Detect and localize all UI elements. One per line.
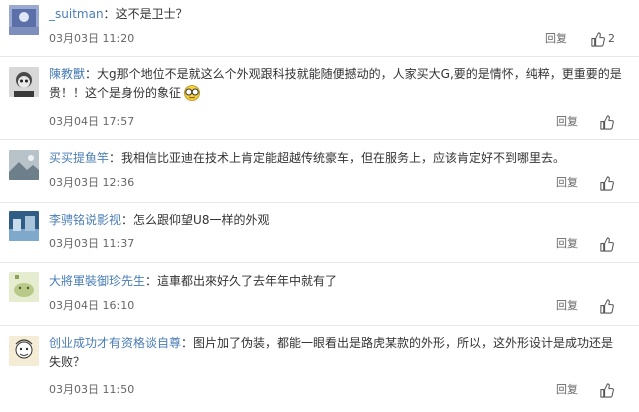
- like-button[interactable]: [599, 174, 617, 192]
- comment-body: _suitman：这不是卫士？: [49, 5, 623, 24]
- avatar[interactable]: [9, 150, 39, 180]
- comment-item: 陳教獸：大g那个地位不是就这么个外观跟科技就能随便撼动的，人家买大G,要的是情怀…: [0, 57, 639, 140]
- comment-item: 创业成功才有资格谈自尊：图片加了伪装，都能一眼看出是路虎某款的外形，所以，这外形…: [0, 326, 639, 412]
- avatar[interactable]: [9, 5, 39, 35]
- comment-timestamp: 03月04日 16:10: [49, 299, 135, 312]
- comment-body: 陳教獸：大g那个地位不是就这么个外观跟科技就能随便撼动的，人家买大G,要的是情怀…: [49, 65, 623, 107]
- thumbs-up-icon: [600, 382, 614, 398]
- user-avatar-icon: [9, 272, 39, 302]
- comment-meta: 03月04日 17:57 回复: [49, 113, 623, 131]
- glasses-emoji-icon: [183, 85, 201, 107]
- comment-separator: ：: [85, 67, 98, 81]
- like-button[interactable]: [599, 297, 617, 315]
- comment-timestamp: 03月03日 12:36: [49, 176, 135, 189]
- comment-timestamp: 03月03日 11:50: [49, 383, 135, 396]
- reply-button[interactable]: 回复: [556, 381, 578, 399]
- comment-item: 李骋铭说影视：怎么跟仰望U8一样的外观 03月03日 11:37 回复: [0, 203, 639, 263]
- comment-item: 买买提鱼竿：我相信比亚迪在技术上肯定能超越传统豪车，但在服务上，应该肯定好不到哪…: [0, 140, 639, 203]
- comment-list: _suitman：这不是卫士？ 03月03日 11:20 回复 2 陳教獸：大g…: [0, 0, 639, 412]
- comment-meta: 03月04日 16:10 回复: [49, 297, 623, 315]
- comment-body: 买买提鱼竿：我相信比亚迪在技术上肯定能超越传统豪车，但在服务上，应该肯定好不到哪…: [49, 149, 623, 168]
- user-avatar-icon: [9, 67, 39, 97]
- comment-text: 这不是卫士？: [115, 7, 188, 21]
- avatar[interactable]: [9, 211, 39, 241]
- comment-meta: 03月03日 12:36 回复: [49, 174, 623, 192]
- avatar[interactable]: [9, 272, 39, 302]
- comment-username[interactable]: 李骋铭说影视: [49, 213, 121, 227]
- comment-body: 大將軍裝御珍先生：這車都出來好久了去年年中就有了: [49, 272, 623, 291]
- like-button[interactable]: [599, 113, 617, 131]
- comment-item: _suitman：这不是卫士？ 03月03日 11:20 回复 2: [0, 0, 639, 57]
- like-button[interactable]: [599, 235, 617, 253]
- comment-separator: ：: [103, 7, 116, 21]
- comment-text: 我相信比亚迪在技术上肯定能超越传统豪车，但在服务上，应该肯定好不到哪里去。: [121, 151, 566, 165]
- comment-text: 這車都出來好久了去年年中就有了: [157, 274, 338, 288]
- comment-body: 李骋铭说影视：怎么跟仰望U8一样的外观: [49, 211, 623, 230]
- comment-meta: 03月03日 11:20 回复 2: [49, 30, 623, 48]
- avatar[interactable]: [9, 67, 39, 97]
- comment-body: 创业成功才有资格谈自尊：图片加了伪装，都能一眼看出是路虎某款的外形，所以，这外形…: [49, 334, 623, 372]
- comment-username[interactable]: 陳教獸: [49, 67, 85, 81]
- thumbs-up-icon: [600, 298, 614, 314]
- comment-username[interactable]: 大將軍裝御珍先生: [49, 274, 145, 288]
- thumbs-up-icon: [600, 114, 614, 130]
- comment-separator: ：: [121, 213, 134, 227]
- thumbs-up-icon: [600, 236, 614, 252]
- comment-username[interactable]: _suitman: [49, 7, 104, 21]
- like-button[interactable]: 2: [590, 30, 615, 48]
- comment-timestamp: 03月04日 17:57: [49, 115, 135, 128]
- reply-button[interactable]: 回复: [556, 235, 578, 253]
- reply-button[interactable]: 回复: [556, 113, 578, 131]
- reply-button[interactable]: 回复: [556, 174, 578, 192]
- user-avatar-icon: [9, 336, 39, 366]
- comment-text: 怎么跟仰望U8一样的外观: [133, 213, 270, 227]
- user-avatar-icon: [9, 150, 39, 180]
- user-avatar-icon: [9, 211, 39, 241]
- comment-separator: ：: [181, 336, 194, 350]
- like-button[interactable]: [599, 381, 617, 399]
- comment-meta: 03月03日 11:37 回复: [49, 235, 623, 253]
- comment-separator: ：: [109, 151, 122, 165]
- user-avatar-icon: [9, 5, 39, 35]
- comment-timestamp: 03月03日 11:37: [49, 237, 135, 250]
- reply-button[interactable]: 回复: [556, 297, 578, 315]
- thumbs-up-icon: [591, 31, 605, 47]
- comment-timestamp: 03月03日 11:20: [49, 32, 135, 45]
- comment-text: 大g那个地位不是就这么个外观跟科技就能随便撼动的，人家买大G,要的是情怀，纯粹，…: [49, 67, 622, 100]
- comment-meta: 03月03日 11:50 回复: [49, 381, 623, 399]
- comment-separator: ：: [145, 274, 158, 288]
- comment-username[interactable]: 创业成功才有资格谈自尊: [49, 336, 181, 350]
- reply-button[interactable]: 回复: [545, 30, 567, 48]
- like-count: 2: [608, 32, 615, 45]
- avatar[interactable]: [9, 336, 39, 366]
- comment-username[interactable]: 买买提鱼竿: [49, 151, 109, 165]
- thumbs-up-icon: [600, 175, 614, 191]
- comment-item: 大將軍裝御珍先生：這車都出來好久了去年年中就有了 03月04日 16:10 回复: [0, 263, 639, 326]
